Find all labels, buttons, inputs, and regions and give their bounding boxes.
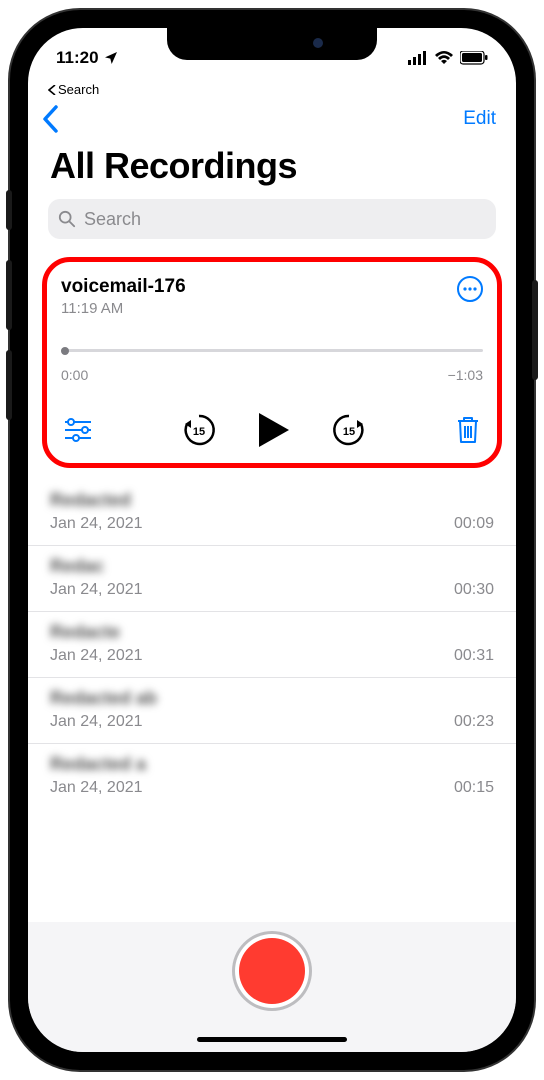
rewind-15-button[interactable]: 15 bbox=[181, 412, 217, 448]
recording-date: Jan 24, 2021 bbox=[50, 779, 146, 797]
list-item[interactable]: Redacted ab Jan 24, 2021 00:23 bbox=[28, 678, 516, 744]
sliders-icon bbox=[63, 418, 93, 442]
recording-title-blurred: Redacted ab bbox=[50, 688, 157, 709]
notch bbox=[167, 28, 377, 60]
recording-date: Jan 24, 2021 bbox=[50, 581, 143, 599]
recording-title-blurred: Redacted a bbox=[50, 754, 146, 775]
elapsed-label: 0:00 bbox=[61, 367, 88, 383]
back-button[interactable] bbox=[42, 105, 60, 133]
recording-duration: 00:31 bbox=[454, 647, 494, 665]
list-item[interactable]: Redacted Jan 24, 2021 00:09 bbox=[28, 480, 516, 546]
recording-duration: 00:30 bbox=[454, 581, 494, 599]
battery-icon bbox=[460, 51, 488, 65]
trash-icon bbox=[455, 415, 481, 445]
chevron-left-icon bbox=[42, 105, 60, 133]
delete-button[interactable] bbox=[455, 415, 481, 445]
page-title: All Recordings bbox=[28, 137, 516, 199]
remaining-label: −1:03 bbox=[448, 367, 483, 383]
selected-recording-card[interactable]: voicemail-176 11:19 AM 0:00 −1:03 bbox=[42, 257, 502, 468]
recording-duration: 00:23 bbox=[454, 713, 494, 731]
status-time: 11:20 bbox=[56, 48, 99, 68]
wifi-icon bbox=[434, 51, 454, 65]
recording-date: Jan 24, 2021 bbox=[50, 647, 143, 665]
ellipsis-icon bbox=[463, 287, 477, 291]
recording-title-blurred: Redacte bbox=[50, 622, 143, 643]
location-icon bbox=[103, 50, 119, 66]
recording-subtitle: 11:19 AM bbox=[61, 300, 186, 317]
recording-date: Jan 24, 2021 bbox=[50, 713, 157, 731]
edit-button[interactable]: Edit bbox=[463, 108, 496, 130]
search-icon bbox=[58, 210, 76, 228]
recording-title: voicemail-176 bbox=[61, 276, 186, 298]
nav-bar: Edit bbox=[28, 97, 516, 137]
recordings-list: Redacted Jan 24, 2021 00:09 Redac Jan 24… bbox=[28, 476, 516, 922]
play-icon bbox=[257, 411, 291, 449]
record-button[interactable] bbox=[239, 938, 305, 1004]
cellular-icon bbox=[408, 51, 428, 65]
list-item[interactable]: Redacted a Jan 24, 2021 00:15 bbox=[28, 744, 516, 809]
list-item[interactable]: Redac Jan 24, 2021 00:30 bbox=[28, 546, 516, 612]
record-bar bbox=[28, 922, 516, 1052]
list-item[interactable]: Redacte Jan 24, 2021 00:31 bbox=[28, 612, 516, 678]
playback-scrubber[interactable] bbox=[61, 345, 483, 357]
rewind-15-icon: 15 bbox=[181, 412, 217, 448]
breadcrumb[interactable]: Search bbox=[28, 82, 516, 97]
playback-settings-button[interactable] bbox=[63, 418, 93, 442]
forward-15-icon: 15 bbox=[331, 412, 367, 448]
recording-title-blurred: Redac bbox=[50, 556, 143, 577]
forward-15-button[interactable]: 15 bbox=[331, 412, 367, 448]
phone-frame: 11:20 Search Edit All Recordings Search bbox=[10, 10, 534, 1070]
recording-date: Jan 24, 2021 bbox=[50, 515, 143, 533]
recording-duration: 00:15 bbox=[454, 779, 494, 797]
svg-text:15: 15 bbox=[343, 426, 355, 438]
more-options-button[interactable] bbox=[457, 276, 483, 302]
svg-text:15: 15 bbox=[193, 426, 205, 438]
search-placeholder: Search bbox=[84, 209, 141, 230]
home-indicator[interactable] bbox=[197, 1037, 347, 1042]
play-button[interactable] bbox=[257, 411, 291, 449]
breadcrumb-label: Search bbox=[58, 82, 99, 97]
search-input[interactable]: Search bbox=[48, 199, 496, 239]
screen: 11:20 Search Edit All Recordings Search bbox=[28, 28, 516, 1052]
recording-duration: 00:09 bbox=[454, 515, 494, 533]
recording-title-blurred: Redacted bbox=[50, 490, 143, 511]
breadcrumb-back-icon bbox=[48, 85, 56, 95]
